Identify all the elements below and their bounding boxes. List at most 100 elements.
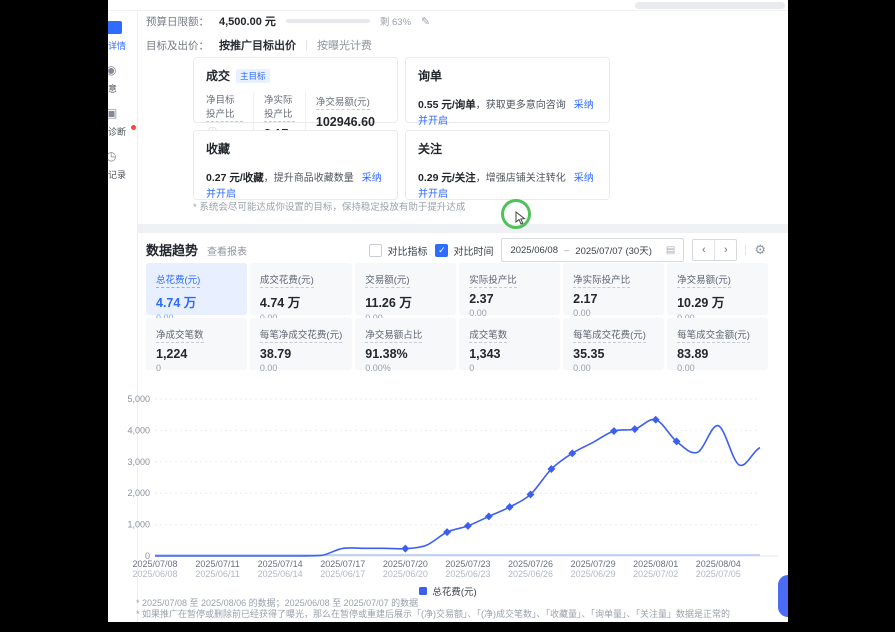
- y-axis-tick: 2,000: [127, 488, 150, 498]
- metric-card-实际投产比[interactable]: 实际投产比2.370.00: [459, 263, 560, 315]
- y-axis-tick: 1,000: [127, 520, 150, 530]
- next-period-button[interactable]: ›: [714, 240, 736, 260]
- metric-value: 4.74 万: [260, 292, 342, 311]
- date-end: 2025/07/07 (30天): [575, 243, 652, 257]
- settings-gear-icon[interactable]: ⚙: [754, 242, 766, 258]
- bidding-label: 目标及出价：: [146, 38, 209, 53]
- detail-icon: [108, 21, 122, 34]
- metric-card-每笔成交花费(元)[interactable]: 每笔成交花费(元)35.350.00: [563, 318, 664, 370]
- goal-card-price: 0.29 元/关注: [418, 172, 476, 184]
- tab-bid-by-impression[interactable]: 按曝光计费: [317, 37, 372, 53]
- x-axis-tick-compare: 2025/07/02: [633, 569, 678, 579]
- date-start: 2025/06/08: [510, 245, 558, 256]
- data-point-marker: [401, 545, 409, 553]
- sidebar-item-label: 详情: [108, 39, 126, 52]
- compare-metric-checkbox[interactable]: [369, 244, 382, 257]
- footnote-line: * 2025/07/08 至 2025/08/06 的数据；2025/06/08…: [136, 598, 730, 609]
- goal-metric-label: 净目标投产比: [206, 92, 243, 122]
- sidebar-item-意[interactable]: ◉意: [108, 64, 137, 97]
- divider: [745, 245, 746, 255]
- metric-card-净交易额占比[interactable]: 净交易额占比91.38%0.00%: [355, 318, 456, 370]
- calendar-icon: ▤: [666, 245, 675, 256]
- metric-card-每笔净成交花费(元)[interactable]: 每笔净成交花费(元)38.790.00: [250, 318, 352, 370]
- y-axis-tick: 5,000: [127, 394, 150, 404]
- goal-card-header: 收藏: [206, 140, 385, 157]
- x-axis-tick-current: 2025/07/29: [571, 559, 616, 569]
- date-pager: ‹ ›: [692, 239, 737, 261]
- metric-compare-value: 0.00: [573, 308, 654, 318]
- horizontal-scrollbar[interactable]: [635, 2, 785, 9]
- goal-card-title: 关注: [418, 140, 442, 157]
- trend-header: 数据趋势 查看报表: [146, 240, 247, 259]
- history-clock-icon: ◷: [108, 150, 122, 163]
- sidebar-item-label: 意: [108, 82, 117, 95]
- metric-value: 11.26 万: [365, 292, 446, 311]
- goal-card-title: 收藏: [206, 140, 230, 157]
- goal-card-title: 成交: [206, 67, 230, 84]
- metric-card-每笔成交金额(元)[interactable]: 每笔成交金额(元)83.890.00: [667, 318, 768, 370]
- metric-card-净交易额(元)[interactable]: 净交易额(元)10.29 万0.00: [667, 263, 768, 315]
- compare-time-checkbox[interactable]: ✓: [435, 244, 448, 257]
- data-point-marker: [443, 528, 451, 536]
- budget-label: 预算日限额：: [146, 14, 209, 29]
- metric-value: 4.74 万: [156, 292, 237, 311]
- date-range-input[interactable]: 2025/06/08 – 2025/07/07 (30天) ▤: [501, 238, 684, 262]
- goal-card-desc: 0.29 元/关注，增强店铺关注转化采纳并开启: [418, 169, 597, 200]
- metric-value: 10.29 万: [677, 292, 758, 311]
- prev-period-button[interactable]: ‹: [693, 240, 714, 260]
- goal-card-header: 询单: [418, 67, 597, 84]
- metric-compare-value: 0.00: [573, 363, 654, 373]
- x-axis-tick-compare: 2025/06/26: [508, 569, 553, 579]
- goal-card-关注[interactable]: 关注 0.29 元/关注，增强店铺关注转化采纳并开启: [405, 130, 610, 200]
- sidebar-item-诊断[interactable]: ▣ 诊断: [108, 107, 137, 140]
- goal-card-询单[interactable]: 询单0.55 元/询单，获取更多意向咨询采纳并开启: [405, 57, 610, 123]
- metric-label: 实际投产比: [469, 272, 517, 288]
- data-point-marker: [610, 427, 618, 435]
- data-point-marker: [652, 416, 660, 424]
- tab-bid-by-goal[interactable]: 按推广目标出价: [219, 37, 296, 53]
- goal-card-desc: 0.27 元/收藏，提升商品收藏数量采纳并开启: [206, 169, 385, 200]
- goal-card-title: 询单: [418, 67, 442, 84]
- click-indicator: [501, 199, 531, 229]
- legend-label: 总花费(元): [432, 584, 476, 598]
- metric-label: 每笔净成交花费(元): [260, 327, 342, 343]
- compare-time-label: 对比时间: [453, 243, 493, 258]
- sidebar-item-详情[interactable]: 详情: [108, 21, 137, 54]
- section-divider: [138, 224, 788, 233]
- goal-card-收藏[interactable]: 收藏 0.27 元/收藏，提升商品收藏数量采纳并开启: [193, 130, 398, 200]
- divider: [306, 40, 307, 50]
- view-report-link[interactable]: 查看报表: [207, 243, 247, 258]
- metric-card-净实际投产比[interactable]: 净实际投产比2.170.00: [563, 263, 664, 315]
- chart-legend[interactable]: 总花费(元): [108, 584, 788, 598]
- metric-compare-value: 0.00: [677, 363, 758, 373]
- metric-compare-value: 0.00%: [365, 363, 446, 373]
- notification-dot: [131, 125, 136, 130]
- budget-edit-icon[interactable]: ✎: [421, 15, 430, 28]
- goal-card-成交[interactable]: 成交主目标净目标投产比ⓘ2.45 ✎净实际投产比2.17净交易额(元)10294…: [193, 57, 398, 123]
- metric-compare-value: 0: [156, 363, 237, 373]
- diagnosis-icon: ▣: [108, 107, 122, 120]
- metric-label: 总花费(元): [156, 272, 200, 288]
- x-axis-tick-current: 2025/07/23: [445, 559, 490, 569]
- floating-button[interactable]: [778, 575, 788, 617]
- sidebar-item-记录[interactable]: ◷记录: [108, 150, 137, 183]
- sidebar-item-label: 诊断: [108, 125, 126, 138]
- footnote-line: * 如果推广在暂停或删除前已经获得了曝光，那么在暂停或重建后展示「(净)交易额」…: [136, 609, 730, 620]
- metric-card-总花费(元)[interactable]: 总花费(元)4.74 万0.00: [146, 263, 247, 315]
- metric-card-交易额(元)[interactable]: 交易额(元)11.26 万0.00: [355, 263, 456, 315]
- x-axis-tick-compare: 2025/06/17: [320, 569, 365, 579]
- metric-card-净成交笔数[interactable]: 净成交笔数1,2240: [146, 318, 247, 370]
- chart-footnotes: * 2025/07/08 至 2025/08/06 的数据；2025/06/08…: [136, 598, 730, 620]
- metric-card-成交笔数[interactable]: 成交笔数1,3430: [459, 318, 560, 370]
- metric-card-成交花费(元)[interactable]: 成交花费(元)4.74 万0.00: [250, 263, 352, 315]
- y-axis-tick: 3,000: [127, 457, 150, 467]
- data-point-marker: [485, 512, 493, 520]
- metric-label: 成交笔数: [469, 327, 507, 343]
- data-point-marker: [464, 522, 472, 530]
- trend-controls: 对比指标 ✓ 对比时间 2025/06/08 – 2025/07/07 (30天…: [369, 238, 766, 262]
- primary-goal-badge: 主目标: [236, 69, 270, 83]
- metric-value: 2.37: [469, 292, 550, 306]
- goal-metric-label: 净交易额(元): [316, 94, 370, 110]
- y-axis-tick: 4,000: [127, 425, 150, 435]
- metric-value: 2.17: [573, 292, 654, 306]
